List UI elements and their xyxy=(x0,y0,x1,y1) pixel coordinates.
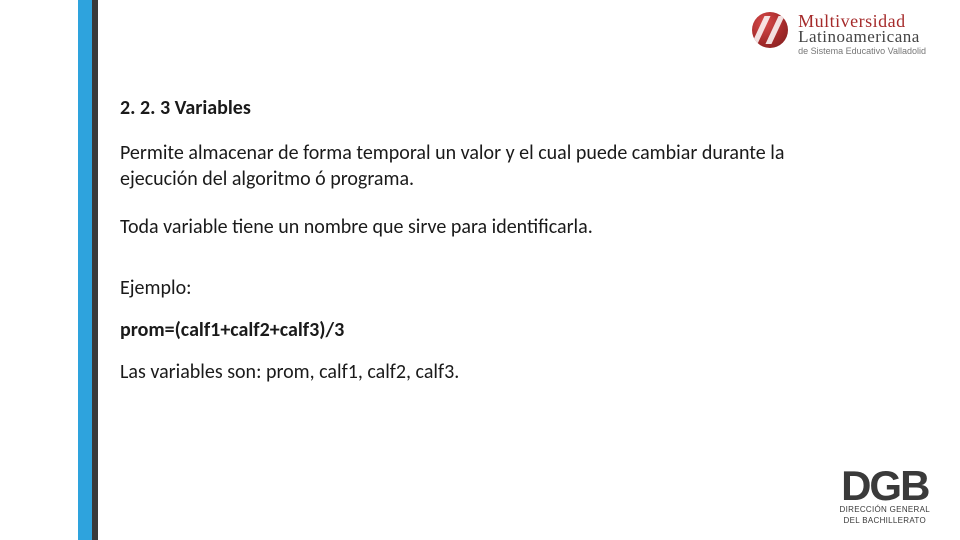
example-label: Ejemplo: xyxy=(120,276,840,300)
paragraph-1: Permite almacenar de forma temporal un v… xyxy=(120,140,840,192)
accent-blue-bar xyxy=(78,0,92,540)
dgb-title: DGB xyxy=(840,467,930,505)
logo-dgb: DGB DIRECCIÓN GENERAL DEL BACHILLERATO xyxy=(840,467,930,526)
example-formula: prom=(calf1+calf2+calf3)/3 xyxy=(120,318,840,342)
logo-line3: de Sistema Educativo Valladolid xyxy=(798,47,926,56)
dgb-sub1: DIRECCIÓN GENERAL xyxy=(840,506,930,515)
paragraph-2: Toda variable tiene un nombre que sirve … xyxy=(120,214,840,240)
slide: Multiversidad Latinoamericana de Sistema… xyxy=(0,0,960,540)
logo-multiversidad: Multiversidad Latinoamericana de Sistema… xyxy=(666,12,926,56)
globe-icon xyxy=(752,12,788,48)
section-heading: 2. 2. 3 Variables xyxy=(120,96,840,120)
accent-dark-bar xyxy=(92,0,98,540)
content-block: 2. 2. 3 Variables Permite almacenar de f… xyxy=(120,96,840,384)
logo-text-block: Multiversidad Latinoamericana de Sistema… xyxy=(798,12,926,56)
logo-line2: Latinoamericana xyxy=(798,28,926,45)
dgb-sub2: DEL BACHILLERATO xyxy=(840,517,930,526)
example-variables: Las variables son: prom, calf1, calf2, c… xyxy=(120,360,840,384)
